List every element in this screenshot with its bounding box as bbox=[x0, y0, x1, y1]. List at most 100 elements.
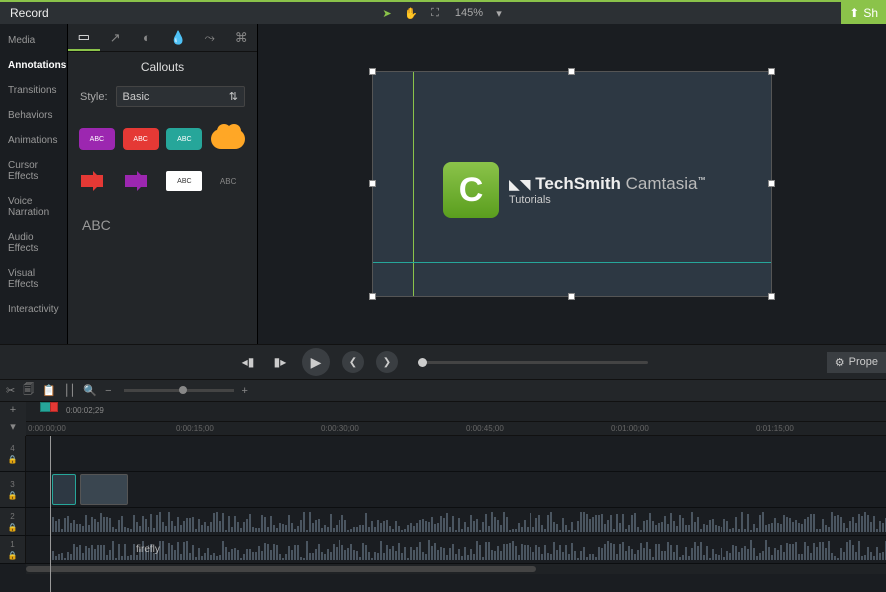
tab-shapes[interactable]: ◐ bbox=[131, 24, 163, 51]
resize-handle[interactable] bbox=[369, 293, 376, 300]
next-frame-button[interactable]: ▮▸ bbox=[270, 352, 290, 372]
style-label: Style: bbox=[80, 91, 108, 103]
brand-bold: TechSmith bbox=[535, 174, 621, 193]
style-select[interactable]: Basic ⇅ bbox=[116, 86, 245, 107]
timeline-scrollbar[interactable] bbox=[26, 564, 886, 574]
zoom-out-button[interactable]: 🔍 bbox=[83, 384, 97, 397]
timeline-ruler[interactable]: 0:00:02;29 bbox=[26, 402, 886, 422]
callout-box-white[interactable]: ABC bbox=[166, 163, 204, 199]
preview-scrubber[interactable] bbox=[418, 361, 648, 364]
sidebar-item-interactivity[interactable]: Interactivity bbox=[0, 297, 67, 322]
tab-motion[interactable]: ⤳ bbox=[194, 24, 226, 51]
preview-canvas[interactable]: C ◣◥ TechSmith Camtasia™ Tutorials bbox=[372, 71, 772, 297]
step-forward-button[interactable]: ❯ bbox=[376, 351, 398, 373]
time-tick: 0:00:00;00 bbox=[28, 424, 66, 433]
playhead[interactable] bbox=[50, 436, 51, 592]
resize-handle[interactable] bbox=[369, 180, 376, 187]
video-clip[interactable] bbox=[52, 474, 76, 505]
sidebar-item-cursor-effects[interactable]: Cursor Effects bbox=[0, 153, 67, 189]
time-tick: 0:00:15;00 bbox=[176, 424, 214, 433]
resize-handle[interactable] bbox=[568, 68, 575, 75]
track-header-4[interactable]: 4🔒 bbox=[0, 436, 26, 471]
properties-button[interactable]: ⚙ Prope bbox=[827, 352, 886, 373]
callout-bubble-teal[interactable]: ABC bbox=[166, 121, 204, 157]
time-tick: 0:01:15;00 bbox=[756, 424, 794, 433]
copy-button[interactable]: 🗐 bbox=[23, 381, 34, 400]
collapse-button[interactable]: ▾ bbox=[0, 418, 26, 434]
callout-clip[interactable] bbox=[80, 474, 128, 505]
resize-handle[interactable] bbox=[768, 293, 775, 300]
trademark: ™ bbox=[697, 175, 705, 184]
zoom-dropdown-icon[interactable]: ▾ bbox=[491, 5, 507, 21]
zoom-minus[interactable]: − bbox=[105, 385, 111, 397]
chevron-down-icon: ⇅ bbox=[229, 90, 238, 103]
callout-arrow-purple[interactable] bbox=[122, 163, 160, 199]
tab-arrows[interactable]: ↗ bbox=[100, 24, 132, 51]
track-header-3[interactable]: 3🔒 bbox=[0, 472, 26, 507]
resize-handle[interactable] bbox=[768, 180, 775, 187]
sidebar-item-animations[interactable]: Animations bbox=[0, 128, 67, 153]
share-label: Sh bbox=[863, 6, 878, 20]
split-button[interactable]: ⎮⎮ bbox=[64, 384, 75, 397]
callout-arrow-red[interactable] bbox=[78, 163, 116, 199]
add-track-button[interactable]: + bbox=[0, 402, 26, 418]
guide-horizontal bbox=[373, 262, 771, 263]
track-4[interactable] bbox=[26, 436, 886, 471]
resize-handle[interactable] bbox=[768, 68, 775, 75]
camtasia-logo-icon: C bbox=[443, 162, 499, 218]
callout-text-plain[interactable]: ABC bbox=[68, 209, 257, 241]
gear-icon: ⚙ bbox=[835, 356, 845, 369]
callout-cloud-orange[interactable] bbox=[209, 121, 247, 157]
time-tick: 0:00:30;00 bbox=[321, 424, 359, 433]
tab-callouts[interactable]: ▭ bbox=[68, 24, 100, 51]
zoom-level[interactable]: 145% bbox=[455, 7, 483, 19]
record-button[interactable]: Record bbox=[0, 2, 59, 24]
panel-title: Callouts bbox=[68, 52, 257, 82]
tab-keystroke[interactable]: ⌘ bbox=[226, 24, 258, 51]
sidebar-item-behaviors[interactable]: Behaviors bbox=[0, 103, 67, 128]
prev-frame-button[interactable]: ◂▮ bbox=[238, 352, 258, 372]
track-header-2[interactable]: 2🔒 bbox=[0, 508, 26, 535]
sidebar-item-visual-effects[interactable]: Visual Effects bbox=[0, 261, 67, 297]
time-tick: 0:01:00;00 bbox=[611, 424, 649, 433]
audio-waveform bbox=[52, 539, 886, 560]
step-back-button[interactable]: ❮ bbox=[342, 351, 364, 373]
track-header-1[interactable]: 1🔒 bbox=[0, 536, 26, 563]
tab-blur[interactable]: 💧 bbox=[163, 24, 195, 51]
current-time: 0:00:02;29 bbox=[66, 406, 104, 415]
play-button[interactable]: ▶ bbox=[302, 348, 330, 376]
cut-button[interactable]: ✂ bbox=[6, 384, 15, 397]
brand-sub: Tutorials bbox=[509, 194, 705, 206]
crop-tool-icon[interactable]: ⛶ bbox=[427, 5, 443, 21]
brand-light: Camtasia bbox=[621, 174, 698, 193]
resize-handle[interactable] bbox=[568, 293, 575, 300]
logo-content: C ◣◥ TechSmith Camtasia™ Tutorials bbox=[443, 162, 705, 218]
style-value: Basic bbox=[123, 91, 150, 103]
sidebar-item-audio-effects[interactable]: Audio Effects bbox=[0, 225, 67, 261]
hand-tool-icon[interactable]: ✋ bbox=[403, 5, 419, 21]
timeline-zoom-slider[interactable] bbox=[124, 389, 234, 392]
clip-label: firefly bbox=[136, 544, 160, 555]
callout-bubble-red[interactable]: ABC bbox=[122, 121, 160, 157]
audio-waveform bbox=[52, 511, 886, 532]
callout-bubble-purple[interactable]: ABC bbox=[78, 121, 116, 157]
zoom-plus[interactable]: + bbox=[242, 385, 248, 397]
pointer-tool-icon[interactable]: ➤ bbox=[379, 5, 395, 21]
resize-handle[interactable] bbox=[369, 68, 376, 75]
sidebar-item-annotations[interactable]: Annotations bbox=[0, 53, 67, 78]
sidebar-item-voice-narration[interactable]: Voice Narration bbox=[0, 189, 67, 225]
tool-sidebar: Media Annotations Transitions Behaviors … bbox=[0, 24, 68, 344]
share-button[interactable]: ⬆ Sh bbox=[841, 2, 886, 24]
track-3[interactable] bbox=[26, 472, 886, 507]
upload-icon: ⬆ bbox=[849, 6, 859, 20]
annotations-panel: ▭ ↗ ◐ 💧 ⤳ ⌘ Callouts Style: Basic ⇅ ABC … bbox=[68, 24, 258, 344]
properties-label: Prope bbox=[849, 356, 878, 368]
callout-text-ghost[interactable]: ABC bbox=[209, 163, 247, 199]
track-2[interactable] bbox=[26, 508, 886, 535]
track-1[interactable]: firefly bbox=[26, 536, 886, 563]
sidebar-item-transitions[interactable]: Transitions bbox=[0, 78, 67, 103]
sidebar-item-media[interactable]: Media bbox=[0, 28, 67, 53]
techsmith-icon: ◣◥ bbox=[509, 176, 531, 192]
timeline-tracks: 4🔒 3🔒 2🔒 1🔒 firefly bbox=[0, 436, 886, 574]
paste-button[interactable]: 📋 bbox=[42, 384, 56, 397]
